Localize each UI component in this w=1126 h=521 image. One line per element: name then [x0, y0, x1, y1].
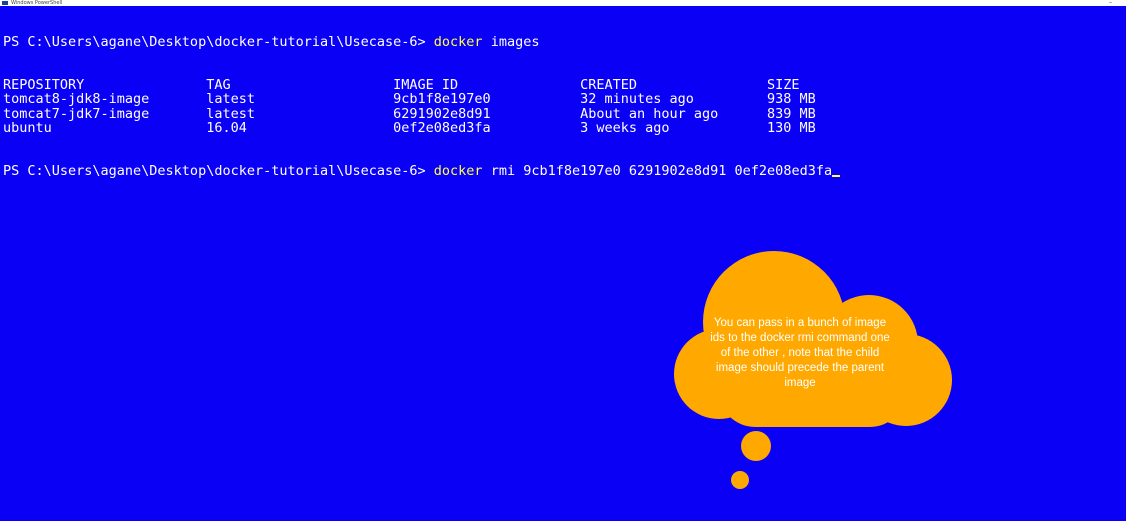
thought-bubble-small — [731, 471, 749, 489]
powershell-window: Windows PowerShell – PS C:\Users\agane\D… — [0, 0, 1126, 521]
thought-cloud — [674, 251, 952, 489]
thought-bubble-large — [741, 431, 771, 461]
callout-text: You can pass in a bunch of image ids to … — [710, 317, 890, 389]
